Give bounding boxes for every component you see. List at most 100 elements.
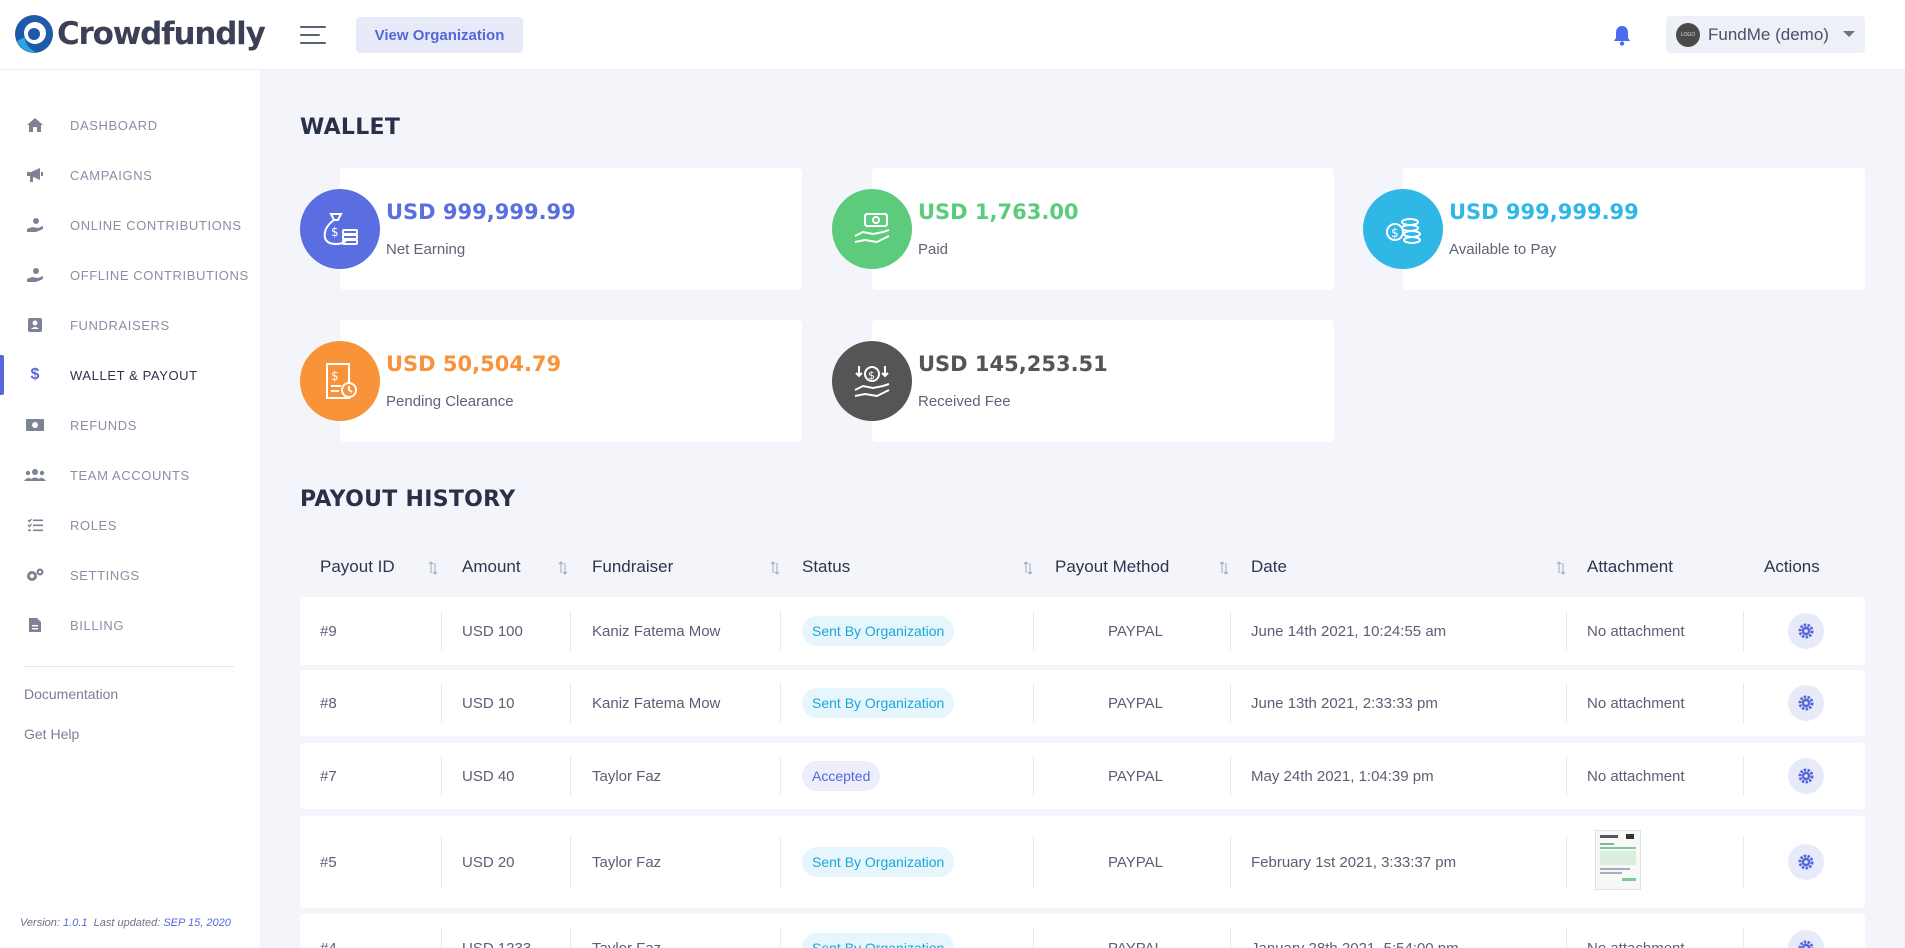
sidebar-item-team-accounts[interactable]: TEAM ACCOUNTS (0, 455, 260, 495)
payout-id: #9 (320, 623, 337, 640)
avatar: LOGO (1676, 22, 1700, 47)
sidebar-item-fundraisers[interactable]: FUNDRAISERS (0, 305, 260, 345)
get-help-link[interactable]: Get Help (24, 726, 79, 742)
payout-id: #5 (320, 854, 337, 871)
column-header-attachment: Attachment (1587, 557, 1673, 576)
gear-icon (1798, 854, 1814, 870)
status-badge: Sent By Organization (802, 933, 955, 948)
sidebar-item-online-contributions[interactable]: ONLINE CONTRIBUTIONS (0, 205, 260, 245)
column-header-actions: Actions (1764, 557, 1820, 576)
fundraiser-name: Taylor Faz (592, 768, 662, 785)
row-actions-button[interactable] (1788, 844, 1824, 880)
payout-amount: USD 100 (462, 623, 523, 640)
pending-clearance-card (340, 320, 802, 442)
sidebar-item-dashboard[interactable]: DASHBOARD (0, 105, 260, 145)
sidebar-divider (24, 666, 234, 667)
sort-icon[interactable] (1219, 561, 1229, 575)
sidebar-item-label: ONLINE CONTRIBUTIONS (70, 217, 242, 233)
hand-coin-icon (24, 264, 46, 286)
user-menu-dropdown[interactable]: LOGO FundMe (demo) (1666, 16, 1865, 53)
sort-icon[interactable] (1556, 561, 1566, 575)
invoice-icon (24, 614, 46, 636)
available-to-pay-label: Available to Pay (1449, 241, 1557, 258)
sidebar-item-label: FUNDRAISERS (70, 317, 170, 333)
column-header-status[interactable]: Status (802, 557, 850, 577)
updated-label: Last updated: (93, 917, 161, 929)
sidebar-item-wallet-payout[interactable]: $ WALLET & PAYOUT (0, 355, 260, 395)
fundraiser-name: Taylor Faz (592, 940, 661, 948)
fundraiser-name: Kaniz Fatema Mow (592, 695, 721, 712)
notification-bell-icon[interactable] (1612, 24, 1632, 46)
column-header-payout-id[interactable]: Payout ID (320, 557, 395, 577)
sidebar-item-campaigns[interactable]: CAMPAIGNS (0, 155, 260, 195)
version-label: Version: (20, 917, 60, 929)
net-earning-card (340, 168, 802, 290)
payout-date: June 14th 2021, 10:24:55 am (1251, 623, 1447, 640)
payout-method: PAYPAL (1108, 695, 1164, 712)
status-badge: Sent By Organization (802, 847, 955, 877)
table-row: #9 USD 100 Kaniz Fatema Mow Sent By Orga… (300, 597, 1865, 665)
attachment-text: No attachment (1587, 695, 1685, 712)
row-actions-button[interactable] (1788, 685, 1824, 721)
sidebar-item-label: DASHBOARD (70, 117, 158, 133)
received-fee-label: Received Fee (918, 393, 1011, 410)
row-actions-button[interactable] (1788, 930, 1824, 948)
column-header-fundraiser[interactable]: Fundraiser (592, 557, 673, 577)
brand-logo[interactable]: Crowdfundly (13, 13, 266, 55)
sidebar-item-roles[interactable]: ROLES (0, 505, 260, 545)
column-header-date[interactable]: Date (1251, 557, 1287, 577)
sidebar-item-label: ROLES (70, 517, 118, 533)
documentation-link[interactable]: Documentation (24, 686, 118, 702)
sort-icon[interactable] (1023, 561, 1033, 575)
available-to-pay-card (1403, 168, 1865, 290)
pending-receipt-icon: $ (300, 341, 380, 421)
sidebar-item-label: SETTINGS (70, 567, 140, 583)
gear-icon (1798, 940, 1814, 948)
sidebar: DASHBOARD CAMPAIGNS ONLINE CONTRIBUTIONS… (0, 70, 260, 948)
sidebar-item-label: TEAM ACCOUNTS (70, 467, 190, 483)
contact-card-icon (24, 314, 46, 336)
sort-icon[interactable] (428, 561, 438, 575)
attachment-thumbnail[interactable] (1595, 830, 1641, 890)
column-header-amount[interactable]: Amount (462, 557, 521, 577)
attachment-text: No attachment (1587, 768, 1685, 785)
net-earning-label: Net Earning (386, 241, 466, 258)
payout-date: June 13th 2021, 2:33:33 pm (1251, 695, 1438, 712)
received-fee-card (872, 320, 1334, 442)
sidebar-item-label: OFFLINE CONTRIBUTIONS (70, 267, 249, 283)
sort-icon[interactable] (770, 561, 780, 575)
megaphone-icon (24, 164, 46, 186)
sidebar-item-label: BILLING (70, 617, 125, 633)
sidebar-item-billing[interactable]: BILLING (0, 605, 260, 645)
receive-fee-icon: $ (832, 341, 912, 421)
table-row: #7 USD 40 Taylor Faz Accepted PAYPAL May… (300, 743, 1865, 809)
users-icon (24, 464, 46, 486)
view-organization-button[interactable]: View Organization (356, 17, 523, 53)
received-fee-amount: USD 145,253.51 (918, 352, 1108, 376)
hand-money-icon (832, 189, 912, 269)
pending-clearance-amount: USD 50,504.79 (386, 352, 562, 376)
sort-icon[interactable] (558, 561, 568, 575)
updated-date: SEP 15, 2020 (163, 917, 231, 929)
table-row: #8 USD 10 Kaniz Fatema Mow Sent By Organ… (300, 670, 1865, 736)
payout-amount: USD 20 (462, 854, 515, 871)
sidebar-item-settings[interactable]: SETTINGS (0, 555, 260, 595)
payout-method: PAYPAL (1108, 768, 1164, 785)
home-icon (24, 114, 46, 136)
sidebar-item-refunds[interactable]: REFUNDS (0, 405, 260, 445)
column-header-payout-method[interactable]: Payout Method (1055, 557, 1169, 577)
payout-method: PAYPAL (1108, 940, 1163, 948)
net-earning-amount: USD 999,999.99 (386, 200, 576, 224)
row-actions-button[interactable] (1788, 613, 1824, 649)
sidebar-item-label: WALLET & PAYOUT (70, 367, 198, 383)
dollar-icon: $ (30, 366, 40, 383)
row-actions-button[interactable] (1788, 758, 1824, 794)
user-name: FundMe (demo) (1708, 24, 1829, 44)
payout-history-title: PAYOUT HISTORY (300, 487, 516, 512)
menu-toggle-icon[interactable] (300, 24, 326, 46)
wallet-title: WALLET (300, 115, 401, 140)
table-row: #5 USD 20 Taylor Faz Sent By Organizatio… (300, 816, 1865, 908)
paid-amount: USD 1,763.00 (918, 200, 1079, 224)
sidebar-item-offline-contributions[interactable]: OFFLINE CONTRIBUTIONS (0, 255, 260, 295)
status-badge: Sent By Organization (802, 688, 955, 718)
